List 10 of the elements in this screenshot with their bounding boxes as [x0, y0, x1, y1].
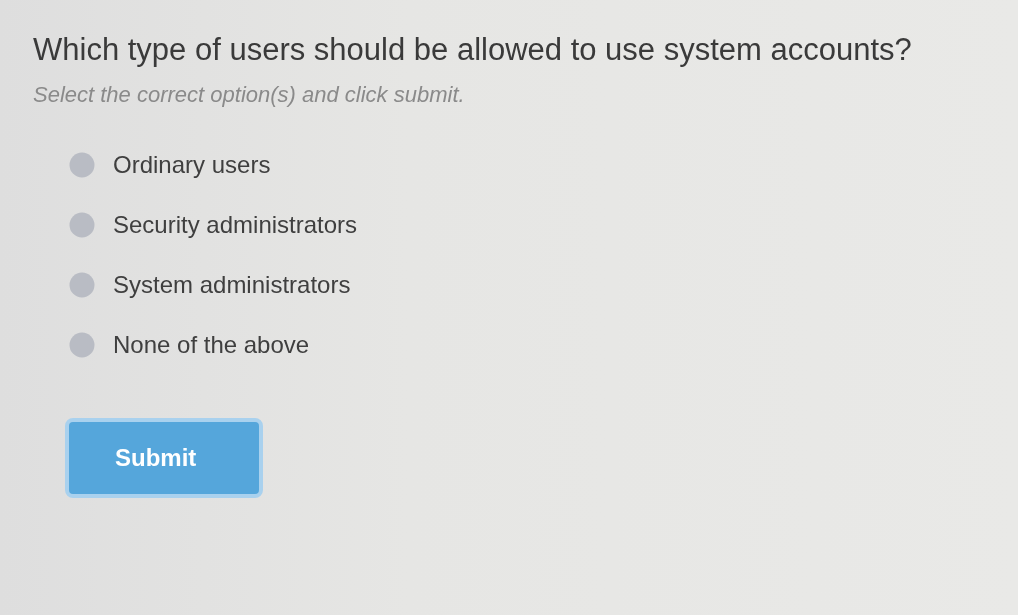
radio-button[interactable]	[69, 212, 95, 238]
option-label[interactable]: None of the above	[113, 331, 310, 359]
option-label[interactable]: Ordinary users	[113, 151, 271, 179]
instruction-text: Select the correct option(s) and click submit.	[33, 81, 466, 109]
radio-button[interactable]	[69, 152, 95, 178]
radio-button[interactable]	[69, 332, 95, 358]
option-label[interactable]: System administrators	[113, 271, 351, 299]
option-label[interactable]: Security administrators	[113, 211, 358, 239]
question-title: Which type of users should be allowed to use system accounts?	[33, 31, 913, 69]
radio-button[interactable]	[69, 272, 95, 298]
